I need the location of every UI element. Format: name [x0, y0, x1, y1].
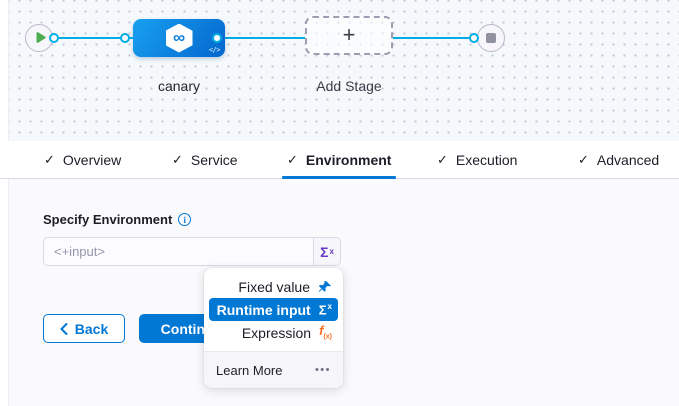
- stage-label: canary: [133, 78, 225, 94]
- sigma-icon: Σx: [319, 303, 332, 316]
- environment-input-group: Σx: [43, 237, 341, 266]
- tab-overview[interactable]: ✓ Overview: [44, 141, 121, 178]
- check-icon: ✓: [437, 152, 448, 168]
- menu-item-label: Fixed value: [238, 279, 310, 295]
- connection-point[interactable]: [120, 33, 130, 43]
- field-label: Specify Environment i: [43, 212, 191, 227]
- tab-label: Advanced: [597, 152, 659, 168]
- add-stage-label: Add Stage: [305, 78, 393, 94]
- connector-line: [393, 37, 474, 39]
- pipeline-stage-editor: ∞ </> + canary Add Stage ✓ Overview ✓ Se…: [0, 0, 679, 406]
- menu-item-runtime-input[interactable]: Runtime input Σx: [209, 298, 338, 321]
- connector-line: [217, 37, 305, 39]
- tab-advanced[interactable]: ✓ Advanced: [578, 141, 659, 178]
- tab-service[interactable]: ✓ Service: [172, 141, 238, 178]
- menu-item-label: Expression: [242, 325, 311, 341]
- menu-item-fixed-value[interactable]: Fixed value: [209, 275, 338, 298]
- runtime-input-toggle-button[interactable]: Σx: [313, 238, 340, 265]
- menu-item-label: Runtime input: [217, 302, 311, 318]
- info-icon[interactable]: i: [178, 213, 191, 226]
- tab-environment[interactable]: ✓ Environment: [287, 141, 391, 178]
- stop-icon: [486, 33, 496, 43]
- learn-more-link[interactable]: Learn More: [216, 363, 282, 378]
- sigma-icon: Σ: [320, 244, 328, 260]
- check-icon: ✓: [44, 152, 55, 168]
- tab-label: Execution: [456, 152, 517, 168]
- plus-icon: +: [343, 24, 356, 46]
- connection-point[interactable]: [469, 33, 479, 43]
- add-stage-button[interactable]: +: [305, 16, 393, 55]
- environment-panel: Specify Environment i Σx Back Continue F…: [8, 179, 679, 406]
- tab-label: Overview: [63, 152, 121, 168]
- environment-input[interactable]: [44, 238, 313, 265]
- check-icon: ✓: [287, 152, 298, 168]
- menu-item-expression[interactable]: Expression f(x): [209, 321, 338, 344]
- tab-execution[interactable]: ✓ Execution: [437, 141, 517, 178]
- code-icon: </>: [209, 46, 220, 54]
- pipeline-end-node[interactable]: [477, 24, 505, 52]
- play-icon: [35, 32, 46, 44]
- chevron-left-icon: [60, 323, 68, 335]
- menu-footer: Learn More •••: [204, 351, 343, 388]
- value-type-menu: Fixed value Runtime input Σx Expression …: [204, 268, 343, 388]
- tab-label: Environment: [306, 152, 392, 168]
- connection-point[interactable]: [49, 33, 59, 43]
- cd-stage-icon: ∞: [166, 24, 193, 53]
- fx-icon: f(x): [319, 324, 332, 341]
- connection-point[interactable]: [212, 33, 222, 43]
- check-icon: ✓: [172, 152, 183, 168]
- field-label-text: Specify Environment: [43, 212, 172, 227]
- stage-tabbar: ✓ Overview ✓ Service ✓ Environment ✓ Exe…: [0, 141, 679, 179]
- back-button[interactable]: Back: [43, 314, 125, 343]
- tab-label: Service: [191, 152, 238, 168]
- pin-icon: [318, 280, 332, 294]
- check-icon: ✓: [578, 152, 589, 168]
- back-label: Back: [75, 321, 108, 337]
- more-options-icon[interactable]: •••: [315, 364, 331, 376]
- pipeline-canvas[interactable]: ∞ </> + canary Add Stage: [8, 0, 679, 141]
